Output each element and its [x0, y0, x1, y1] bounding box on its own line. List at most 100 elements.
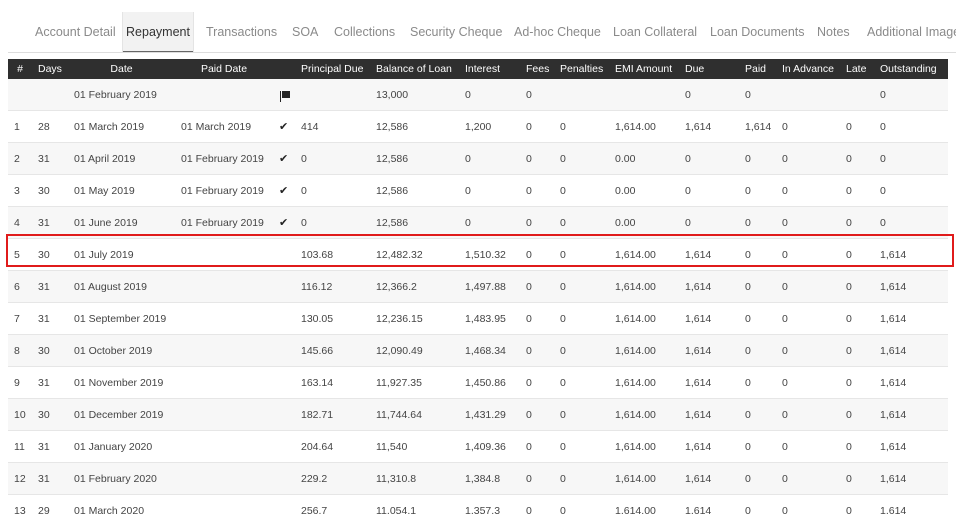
tab-soa[interactable]: SOA [292, 12, 318, 52]
tab-account-detail[interactable]: Account Detail [35, 12, 116, 52]
cell-row-number: 12 [8, 462, 32, 495]
cell-paid-date [175, 494, 273, 514]
tab-transactions[interactable]: Transactions [206, 12, 277, 52]
col-header-interest: Interest [459, 59, 520, 79]
cell-row-number [8, 79, 32, 111]
table-row: 6 31 01 August 2019 116.12 12,366.2 1,497.88 0… [8, 270, 948, 303]
cell-late: 0 [840, 110, 874, 143]
cell-row-number: 2 [8, 142, 32, 175]
tab-adhoc-cheque[interactable]: Ad-hoc Cheque [514, 12, 601, 52]
cell-outstanding: 1,614 [874, 494, 948, 514]
cell-date: 01 February 2019 [68, 79, 175, 111]
cell-days: 28 [32, 110, 68, 143]
check-icon: ✔ [279, 185, 289, 197]
cell-balance: 12,586 [370, 206, 459, 239]
cell-paid-date: 01 February 2019 [175, 206, 273, 239]
cell-date: 01 November 2019 [68, 366, 175, 399]
cell-principal-due: 130.05 [295, 302, 370, 335]
check-icon: ✔ [279, 121, 289, 133]
cell-outstanding: 0 [874, 142, 948, 175]
cell-row-number: 6 [8, 270, 32, 303]
table-row: 12 31 01 February 2020 229.2 11,310.8 1,384.8… [8, 462, 948, 495]
table-row: 3 30 01 May 2019 01 February 2019 ✔ 0 12,586 0 0… [8, 174, 948, 207]
cell-emi-amount: 1,614.00 [609, 270, 679, 303]
cell-in-advance: 0 [776, 398, 840, 431]
cell-late [840, 79, 874, 111]
tab-repayment[interactable]: Repayment [122, 12, 194, 52]
cell-days: 31 [32, 206, 68, 239]
cell-interest: 0 [459, 174, 520, 207]
tab-additional-image[interactable]: Additional Image [867, 12, 956, 52]
cell-interest: 1,450.86 [459, 366, 520, 399]
status-icon-cell [273, 430, 295, 463]
cell-penalties: 0 [554, 206, 609, 239]
cell-in-advance: 0 [776, 494, 840, 514]
status-icon-cell [273, 334, 295, 367]
cell-interest: 0 [459, 79, 520, 111]
cell-fees: 0 [520, 79, 554, 111]
cell-due: 1,614 [679, 494, 739, 514]
cell-late: 0 [840, 206, 874, 239]
cell-days: 31 [32, 462, 68, 495]
cell-interest: 0 [459, 142, 520, 175]
cell-principal-due: 163.14 [295, 366, 370, 399]
col-header-principal-due: Principal Due [295, 59, 370, 79]
cell-emi-amount: 1,614.00 [609, 494, 679, 514]
cell-penalties: 0 [554, 366, 609, 399]
table-row: 11 31 01 January 2020 204.64 11,540 1,409.36 0… [8, 430, 948, 463]
cell-balance: 12,366.2 [370, 270, 459, 303]
cell-principal-due: 204.64 [295, 430, 370, 463]
cell-date: 01 December 2019 [68, 398, 175, 431]
cell-penalties: 0 [554, 494, 609, 514]
cell-interest: 1,497.88 [459, 270, 520, 303]
cell-penalties: 0 [554, 334, 609, 367]
table-row: 8 30 01 October 2019 145.66 12,090.49 1,468.3… [8, 334, 948, 367]
tab-collections[interactable]: Collections [334, 12, 395, 52]
tab-security-cheque[interactable]: Security Cheque [410, 12, 502, 52]
table-row: 7 31 01 September 2019 130.05 12,236.15 1,483… [8, 302, 948, 335]
cell-row-number: 1 [8, 110, 32, 143]
table-row: 4 31 01 June 2019 01 February 2019 ✔ 0 12,586 0… [8, 206, 948, 239]
col-header-num: # [8, 59, 32, 79]
cell-outstanding: 1,614 [874, 430, 948, 463]
cell-balance: 11,310.8 [370, 462, 459, 495]
cell-interest: 1,357.3 [459, 494, 520, 514]
cell-balance: 12,586 [370, 174, 459, 207]
cell-days: 30 [32, 334, 68, 367]
cell-penalties: 0 [554, 238, 609, 271]
cell-in-advance: 0 [776, 334, 840, 367]
status-icon-cell [273, 494, 295, 514]
cell-principal-due: 229.2 [295, 462, 370, 495]
cell-date: 01 March 2019 [68, 110, 175, 143]
cell-interest: 1,409.36 [459, 430, 520, 463]
cell-paid: 0 [739, 238, 776, 271]
tab-loan-collateral[interactable]: Loan Collateral [613, 12, 697, 52]
cell-late: 0 [840, 334, 874, 367]
status-icon-cell [273, 366, 295, 399]
cell-principal-due: 182.71 [295, 398, 370, 431]
cell-paid: 0 [739, 430, 776, 463]
table-row: 9 31 01 November 2019 163.14 11,927.35 1,450.… [8, 366, 948, 399]
cell-late: 0 [840, 238, 874, 271]
cell-penalties: 0 [554, 462, 609, 495]
col-header-late: Late [840, 59, 874, 79]
cell-emi-amount: 1,614.00 [609, 334, 679, 367]
cell-days: 30 [32, 238, 68, 271]
cell-paid-date [175, 462, 273, 495]
cell-paid: 0 [739, 142, 776, 175]
col-header-penalties: Penalties [554, 59, 609, 79]
cell-paid-date [175, 334, 273, 367]
cell-penalties: 0 [554, 110, 609, 143]
cell-fees: 0 [520, 366, 554, 399]
tab-notes[interactable]: Notes [817, 12, 850, 52]
status-icon-cell: ✔ [273, 206, 295, 239]
cell-late: 0 [840, 462, 874, 495]
cell-late: 0 [840, 398, 874, 431]
cell-outstanding: 1,614 [874, 302, 948, 335]
cell-emi-amount [609, 79, 679, 111]
cell-days [32, 79, 68, 111]
cell-penalties: 0 [554, 302, 609, 335]
tab-loan-documents[interactable]: Loan Documents [710, 12, 805, 52]
cell-principal-due: 0 [295, 142, 370, 175]
table-row: 1 28 01 March 2019 01 March 2019 ✔ 414 12,586 1… [8, 110, 948, 143]
